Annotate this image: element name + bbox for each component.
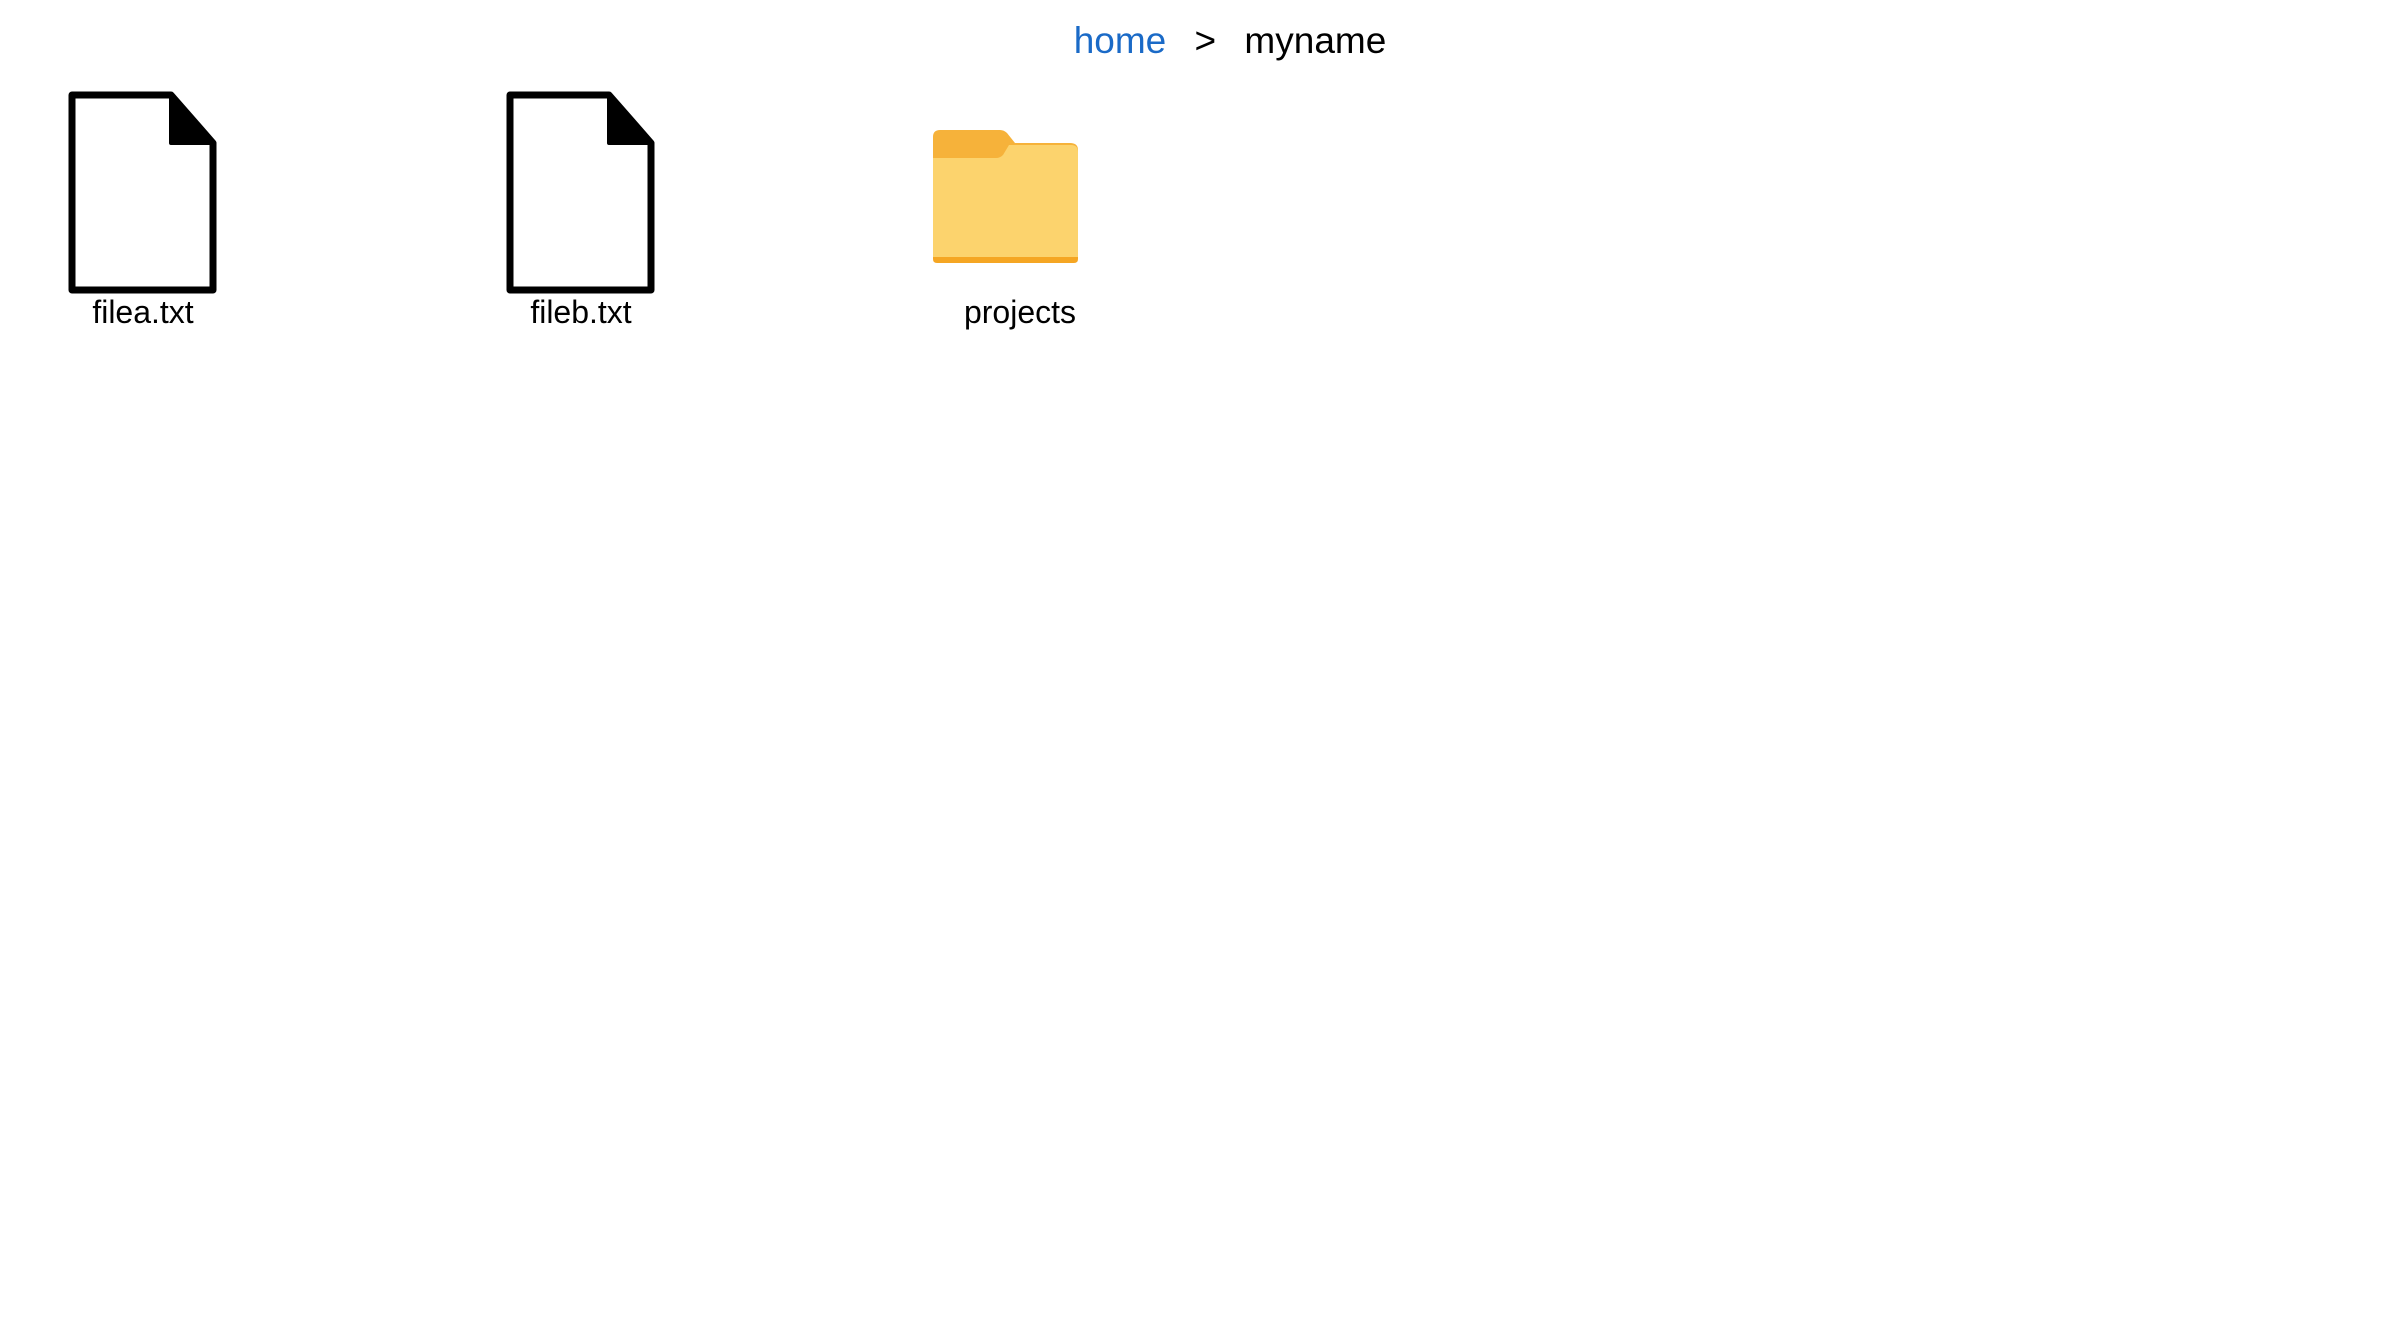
file-item-filea[interactable]: filea.txt: [23, 90, 263, 350]
document-icon: [23, 90, 263, 300]
file-item-fileb[interactable]: fileb.txt: [461, 90, 701, 350]
document-icon: [461, 90, 701, 300]
folder-item-projects[interactable]: projects: [900, 90, 1140, 350]
file-name-label: fileb.txt: [530, 294, 632, 330]
file-grid: filea.txt fileb.txt projects: [0, 0, 2386, 400]
folder-icon: [900, 90, 1140, 300]
file-name-label: filea.txt: [92, 294, 194, 330]
folder-name-label: projects: [963, 294, 1077, 330]
